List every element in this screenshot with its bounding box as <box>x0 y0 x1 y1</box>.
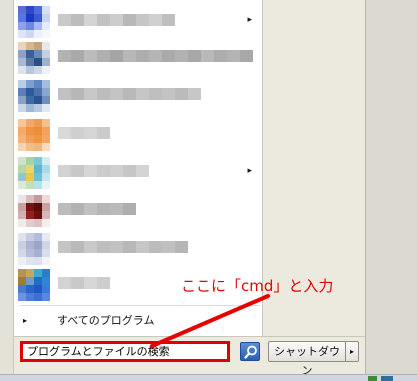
annotation-arrow <box>150 294 270 348</box>
annotation-text: ここに「cmd」と入力 <box>181 277 334 295</box>
screenshot-root: ▸ ▸ ▸ すべてのプログラム プログラムとファイルの検索 シャットダウン ▸ こ… <box>0 0 417 381</box>
